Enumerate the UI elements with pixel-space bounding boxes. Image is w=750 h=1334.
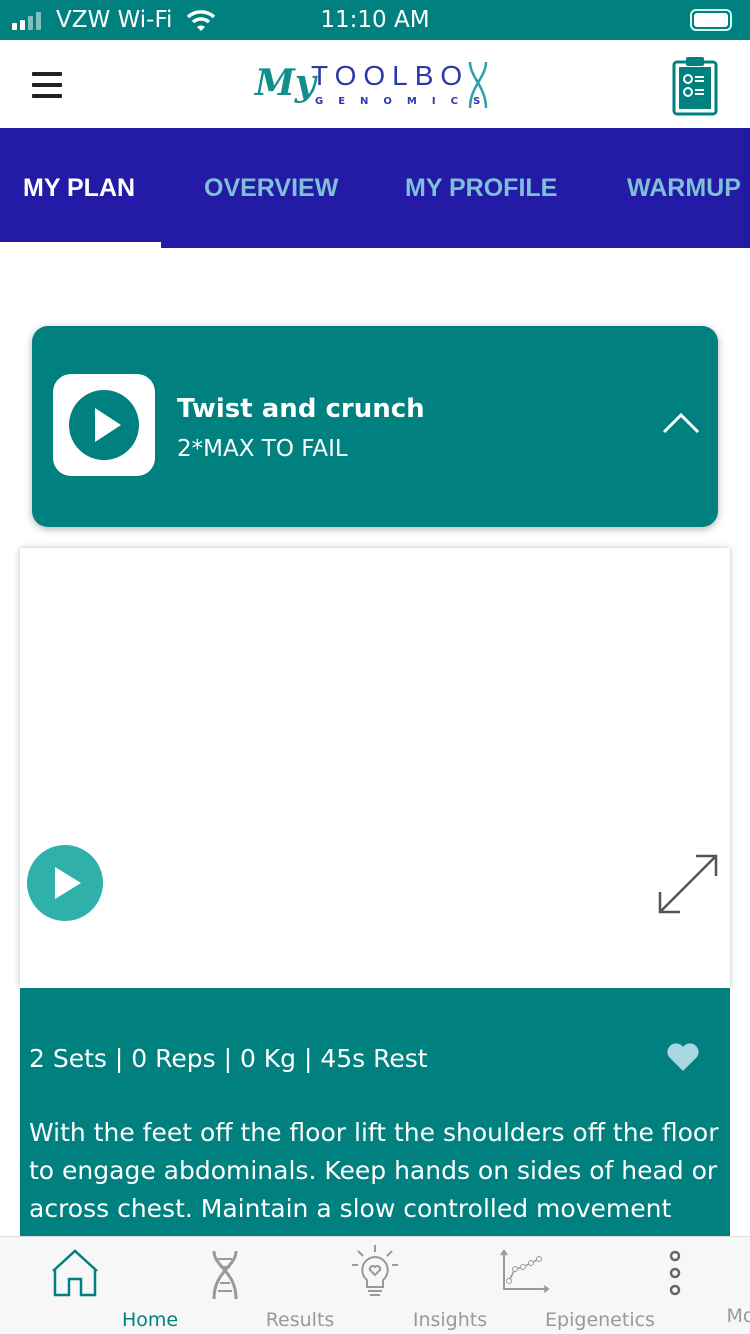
tab-warmup[interactable]: WARMUP	[627, 174, 741, 203]
nav-home[interactable]: Home	[0, 1237, 178, 1334]
nav-more[interactable]: More	[600, 1237, 750, 1334]
exercise-title: Twist and crunch	[177, 394, 425, 424]
tab-my-profile[interactable]: MY PROFILE	[405, 174, 557, 203]
play-icon	[55, 867, 81, 899]
tab-my-plan[interactable]: MY PLAN	[23, 174, 135, 203]
play-icon	[69, 390, 139, 460]
nav-epigenetics[interactable]: Epigenetics	[450, 1237, 655, 1334]
nav-label: More	[726, 1305, 750, 1327]
tab-overview[interactable]: OVERVIEW	[204, 174, 338, 203]
video-player[interactable]	[20, 548, 730, 988]
nav-results[interactable]: Results	[150, 1237, 334, 1334]
clock: 11:10 AM	[320, 7, 430, 33]
clipboard-checklist-icon[interactable]	[672, 54, 718, 116]
heart-icon[interactable]	[666, 1042, 700, 1072]
tab-bar: MY PLAN OVERVIEW MY PROFILE WARMUP	[0, 128, 750, 248]
home-icon	[52, 1249, 98, 1297]
exercise-description: With the feet off the floor lift the sho…	[29, 1118, 719, 1248]
fullscreen-icon[interactable]	[656, 852, 720, 916]
video-play-button[interactable]	[27, 845, 103, 921]
nav-insights[interactable]: Insights	[300, 1237, 487, 1334]
status-bar: VZW Wi-Fi 11:10 AM	[0, 0, 750, 40]
exercise-details: 2 Sets | 0 Reps | 0 Kg | 45s Rest With t…	[20, 988, 730, 1248]
active-tab-indicator	[0, 242, 161, 248]
logo: My TOOLBO GENOMICS	[255, 60, 496, 108]
exercise-thumbnail[interactable]	[53, 374, 155, 476]
more-vertical-icon	[669, 1250, 681, 1296]
lightbulb-icon	[352, 1245, 398, 1296]
hamburger-icon[interactable]	[32, 72, 62, 105]
chevron-up-icon[interactable]	[662, 412, 700, 434]
chart-icon	[500, 1249, 550, 1293]
exercise-stats: 2 Sets | 0 Reps | 0 Kg | 45s Rest	[29, 1044, 428, 1073]
exercise-header-card[interactable]: Twist and crunch 2*MAX TO FAIL	[32, 326, 718, 527]
battery-icon	[690, 9, 732, 31]
bottom-nav: Home Results Insights Epigenetics More	[0, 1236, 750, 1334]
app-header: My TOOLBO GENOMICS	[0, 40, 750, 128]
exercise-subtitle: 2*MAX TO FAIL	[177, 436, 348, 462]
dna-icon	[212, 1250, 238, 1300]
